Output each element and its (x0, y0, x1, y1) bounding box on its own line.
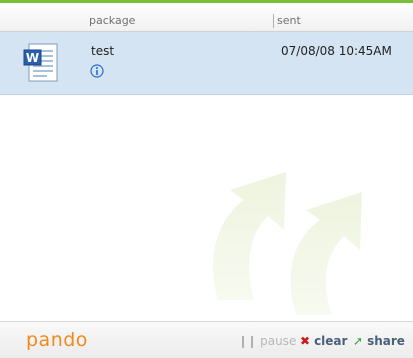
package-name: test (91, 44, 115, 58)
pause-icon: ❙❙ (238, 334, 257, 348)
pause-button[interactable]: ❙❙ pause (238, 334, 296, 348)
footer-toolbar: pando ❙❙ pause ✖ clear ➚ share (0, 321, 413, 358)
list-header: package sent (0, 3, 413, 32)
pause-label: pause (260, 334, 297, 348)
clear-x-icon: ✖ (300, 334, 311, 348)
pando-arrows-watermark-icon (213, 172, 362, 315)
column-header-package[interactable]: package (89, 14, 135, 28)
clear-button[interactable]: ✖ clear (300, 334, 347, 348)
clear-label: clear (314, 334, 348, 348)
svg-text:W: W (26, 51, 39, 65)
sent-timestamp: 07/08/08 10:45AM (281, 44, 392, 58)
share-arrow-icon: ➚ (353, 334, 364, 348)
share-button[interactable]: ➚ share (353, 334, 405, 348)
info-icon[interactable] (90, 64, 104, 78)
share-label: share (367, 334, 405, 348)
package-row[interactable]: W test 07/08/08 10:45AM (0, 32, 413, 95)
word-document-icon: W (23, 43, 58, 82)
pando-logo[interactable]: pando (26, 329, 88, 351)
column-header-sent[interactable]: sent (273, 14, 301, 28)
